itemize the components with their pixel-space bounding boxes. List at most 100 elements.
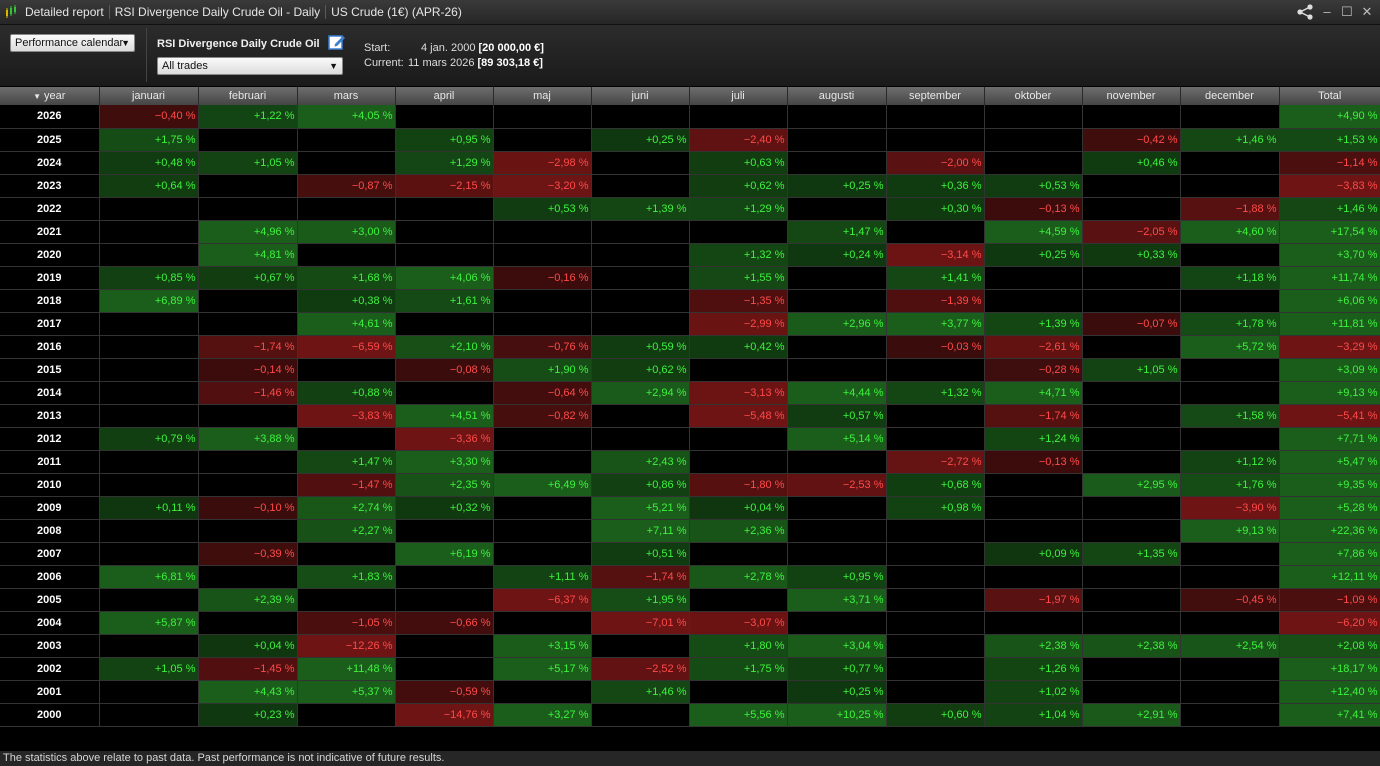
month-cell <box>99 588 199 612</box>
share-icon[interactable] <box>1296 4 1314 20</box>
month-cell: −2,53 % <box>787 473 887 497</box>
month-cell: −6,59 % <box>297 335 396 359</box>
column-header-januari[interactable]: januari <box>98 87 198 105</box>
month-cell: −3,90 % <box>1180 496 1280 520</box>
month-cell: +9,13 % <box>1180 519 1280 543</box>
column-header-label: maj <box>533 90 551 102</box>
month-cell: +1,02 % <box>984 680 1083 704</box>
month-cell <box>1180 703 1280 727</box>
month-cell: −1,35 % <box>689 289 788 313</box>
close-icon[interactable]: ✕ <box>1360 5 1374 19</box>
month-cell <box>1082 611 1181 635</box>
month-cell <box>591 151 690 175</box>
month-cell <box>493 680 592 704</box>
view-select[interactable]: Performance calendar ▼ <box>10 34 135 52</box>
breadcrumb-strategy[interactable]: RSI Divergence Daily Crude Oil - Daily <box>110 5 327 19</box>
column-header-december[interactable]: december <box>1179 87 1279 105</box>
column-header-maj[interactable]: maj <box>492 87 591 105</box>
month-cell: −2,52 % <box>591 657 690 681</box>
column-header-augusti[interactable]: augusti <box>786 87 886 105</box>
month-cell <box>99 473 199 497</box>
total-cell: +5,47 % <box>1279 450 1380 474</box>
total-cell: +12,40 % <box>1279 680 1380 704</box>
month-cell: +2,96 % <box>787 312 887 336</box>
month-cell: +2,74 % <box>297 496 396 520</box>
month-cell <box>99 450 199 474</box>
trades-select[interactable]: All trades ▼ <box>157 57 343 75</box>
breadcrumb-report[interactable]: Detailed report <box>20 5 110 19</box>
month-cell <box>493 450 592 474</box>
column-header-label: mars <box>333 90 359 102</box>
month-cell <box>297 128 396 152</box>
month-cell <box>787 519 887 543</box>
month-cell: +5,37 % <box>297 680 396 704</box>
column-header-year[interactable]: ▼ year <box>0 87 99 105</box>
column-header-april[interactable]: april <box>394 87 493 105</box>
month-cell: +10,25 % <box>787 703 887 727</box>
month-cell <box>689 105 788 129</box>
month-cell: +0,62 % <box>689 174 788 198</box>
year-cell: 2017 <box>0 312 100 336</box>
month-cell: −2,05 % <box>1082 220 1181 244</box>
month-cell: +6,19 % <box>395 542 494 566</box>
month-cell <box>1082 174 1181 198</box>
month-cell: +1,55 % <box>689 266 788 290</box>
table-row: 2026 −0,40 % +1,22 % +4,05 % +4,90 % <box>0 105 1380 129</box>
month-cell <box>787 358 887 382</box>
year-cell: 2021 <box>0 220 100 244</box>
month-cell <box>297 243 396 267</box>
column-header-november[interactable]: november <box>1081 87 1180 105</box>
month-cell <box>1180 358 1280 382</box>
year-cell: 2019 <box>0 266 100 290</box>
month-cell: +2,54 % <box>1180 634 1280 658</box>
table-row: 2025 +1,75 % +0,95 % +0,25 % −2,40 % −0,42 % +… <box>0 128 1380 152</box>
month-cell: +6,89 % <box>99 289 199 313</box>
month-cell <box>787 335 887 359</box>
column-header-juli[interactable]: juli <box>688 87 787 105</box>
column-header-label: december <box>1205 90 1254 102</box>
table-row: 2016 −1,74 % −6,59 % +2,10 % −0,76 % +0,59 % +… <box>0 335 1380 359</box>
month-cell: +0,59 % <box>591 335 690 359</box>
table-row: 2023 +0,64 % −0,87 % −2,15 % −3,20 % +0,62 % +… <box>0 174 1380 198</box>
month-cell <box>886 404 985 428</box>
month-cell: −3,13 % <box>689 381 788 405</box>
month-cell: +1,29 % <box>689 197 788 221</box>
month-cell: −1,74 % <box>591 565 690 589</box>
column-header-mars[interactable]: mars <box>296 87 395 105</box>
minimize-icon[interactable]: – <box>1320 5 1334 19</box>
year-cell: 2009 <box>0 496 100 520</box>
disclaimer-footer: The statistics above relate to past data… <box>0 751 1380 766</box>
month-cell <box>198 312 298 336</box>
month-cell: +4,71 % <box>984 381 1083 405</box>
total-cell: +2,08 % <box>1279 634 1380 658</box>
total-cell: +4,90 % <box>1279 105 1380 129</box>
edit-icon[interactable] <box>328 33 346 51</box>
column-header-juni[interactable]: juni <box>590 87 689 105</box>
breadcrumb-instrument[interactable]: US Crude (1€) (APR-26) <box>326 5 467 19</box>
month-cell <box>886 105 985 129</box>
month-cell: +2,43 % <box>591 450 690 474</box>
month-cell: −3,36 % <box>395 427 494 451</box>
column-header-september[interactable]: september <box>885 87 984 105</box>
month-cell: +0,23 % <box>198 703 298 727</box>
column-header-februari[interactable]: februari <box>197 87 297 105</box>
month-cell: +0,53 % <box>984 174 1083 198</box>
column-header-oktober[interactable]: oktober <box>983 87 1082 105</box>
month-cell <box>787 611 887 635</box>
month-cell: +5,56 % <box>689 703 788 727</box>
month-cell: +1,39 % <box>591 197 690 221</box>
month-cell: +1,39 % <box>984 312 1083 336</box>
maximize-icon[interactable]: ☐ <box>1340 5 1354 19</box>
column-header-total[interactable]: Total <box>1278 87 1380 105</box>
month-cell <box>198 611 298 635</box>
month-cell <box>99 197 199 221</box>
month-cell: −0,87 % <box>297 174 396 198</box>
column-header-label: Total <box>1318 90 1342 102</box>
total-cell: −5,41 % <box>1279 404 1380 428</box>
column-header-label: augusti <box>818 90 855 102</box>
month-cell <box>395 657 494 681</box>
month-cell: +1,83 % <box>297 565 396 589</box>
table-row: 2003 +0,04 % −12,26 % +3,15 % +1,80 % +3,04 %… <box>0 634 1380 658</box>
month-cell: +1,46 % <box>591 680 690 704</box>
column-header-label: oktober <box>1014 90 1052 102</box>
